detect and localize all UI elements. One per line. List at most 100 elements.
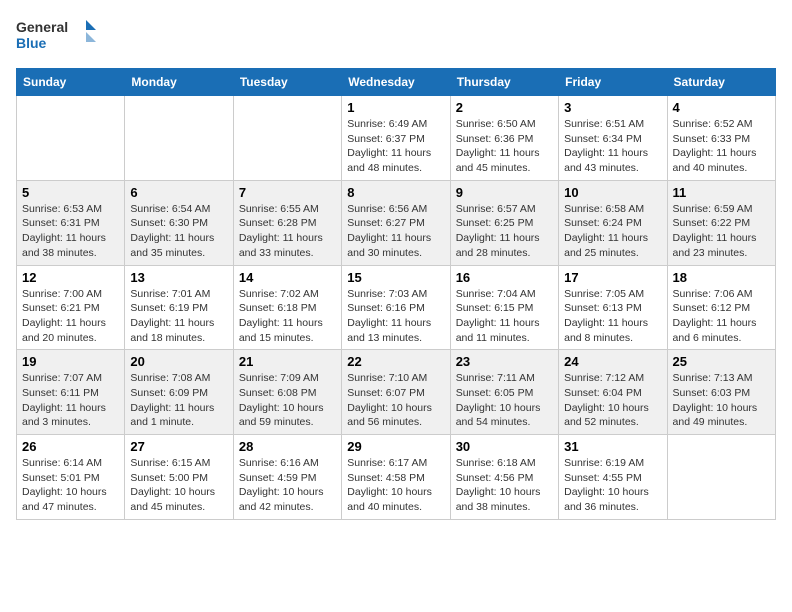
col-header-saturday: Saturday (667, 69, 775, 96)
calendar-cell: 8 Sunrise: 6:56 AM Sunset: 6:27 PM Daylig… (342, 180, 450, 265)
cell-content: Sunrise: 6:54 AM Sunset: 6:30 PM Dayligh… (130, 202, 227, 261)
cell-content: Sunrise: 7:02 AM Sunset: 6:18 PM Dayligh… (239, 287, 336, 346)
col-header-tuesday: Tuesday (233, 69, 341, 96)
day-number: 22 (347, 354, 444, 369)
col-header-wednesday: Wednesday (342, 69, 450, 96)
cell-content: Sunrise: 6:14 AM Sunset: 5:01 PM Dayligh… (22, 456, 119, 515)
cell-content: Sunrise: 6:59 AM Sunset: 6:22 PM Dayligh… (673, 202, 770, 261)
cell-content: Sunrise: 7:11 AM Sunset: 6:05 PM Dayligh… (456, 371, 553, 430)
calendar-table: SundayMondayTuesdayWednesdayThursdayFrid… (16, 68, 776, 520)
header-row: SundayMondayTuesdayWednesdayThursdayFrid… (17, 69, 776, 96)
calendar-cell: 17Sunrise: 7:05 AM Sunset: 6:13 PM Dayli… (559, 265, 667, 350)
day-number: 25 (673, 354, 770, 369)
calendar-cell: 31 Sunrise: 6:19 AM Sunset: 4:55 PM Dayli… (559, 435, 667, 520)
day-number: 28 (239, 439, 336, 454)
cell-content: Sunrise: 6:51 AM Sunset: 6:34 PM Dayligh… (564, 117, 661, 176)
cell-content: Sunrise: 7:06 AM Sunset: 6:12 PM Dayligh… (673, 287, 770, 346)
calendar-cell: 20 Sunrise: 7:08 AM Sunset: 6:09 PM Dayli… (125, 350, 233, 435)
day-number: 21 (239, 354, 336, 369)
calendar-cell: 9 Sunrise: 6:57 AM Sunset: 6:25 PM Daylig… (450, 180, 558, 265)
col-header-sunday: Sunday (17, 69, 125, 96)
day-number: 16 (456, 270, 553, 285)
calendar-cell: 13 Sunrise: 7:01 AM Sunset: 6:19 PM Dayli… (125, 265, 233, 350)
calendar-cell (667, 435, 775, 520)
calendar-cell: 22Sunrise: 7:10 AM Sunset: 6:07 PM Dayli… (342, 350, 450, 435)
calendar-cell: 3 Sunrise: 6:51 AM Sunset: 6:34 PM Daylig… (559, 96, 667, 181)
calendar-cell: 27Sunrise: 6:15 AM Sunset: 5:00 PM Dayli… (125, 435, 233, 520)
day-number: 3 (564, 100, 661, 115)
cell-content: Sunrise: 6:50 AM Sunset: 6:36 PM Dayligh… (456, 117, 553, 176)
day-number: 5 (22, 185, 119, 200)
day-number: 19 (22, 354, 119, 369)
cell-content: Sunrise: 6:19 AM Sunset: 4:55 PM Dayligh… (564, 456, 661, 515)
calendar-cell: 19 Sunrise: 7:07 AM Sunset: 6:11 PM Dayli… (17, 350, 125, 435)
cell-content: Sunrise: 6:58 AM Sunset: 6:24 PM Dayligh… (564, 202, 661, 261)
calendar-cell: 25 Sunrise: 7:13 AM Sunset: 6:03 PM Dayli… (667, 350, 775, 435)
calendar-cell: 6 Sunrise: 6:54 AM Sunset: 6:30 PM Daylig… (125, 180, 233, 265)
day-number: 9 (456, 185, 553, 200)
calendar-week-2: 5 Sunrise: 6:53 AM Sunset: 6:31 PM Daylig… (17, 180, 776, 265)
calendar-cell: 28Sunrise: 6:16 AM Sunset: 4:59 PM Dayli… (233, 435, 341, 520)
calendar-cell: 30Sunrise: 6:18 AM Sunset: 4:56 PM Dayli… (450, 435, 558, 520)
calendar-week-4: 19 Sunrise: 7:07 AM Sunset: 6:11 PM Dayli… (17, 350, 776, 435)
calendar-cell: 23 Sunrise: 7:11 AM Sunset: 6:05 PM Dayli… (450, 350, 558, 435)
day-number: 30 (456, 439, 553, 454)
cell-content: Sunrise: 6:56 AM Sunset: 6:27 PM Dayligh… (347, 202, 444, 261)
cell-content: Sunrise: 6:52 AM Sunset: 6:33 PM Dayligh… (673, 117, 770, 176)
day-number: 7 (239, 185, 336, 200)
day-number: 12 (22, 270, 119, 285)
logo-svg: General Blue (16, 16, 96, 56)
cell-content: Sunrise: 7:00 AM Sunset: 6:21 PM Dayligh… (22, 287, 119, 346)
cell-content: Sunrise: 7:12 AM Sunset: 6:04 PM Dayligh… (564, 371, 661, 430)
calendar-cell (125, 96, 233, 181)
calendar-cell: 16Sunrise: 7:04 AM Sunset: 6:15 PM Dayli… (450, 265, 558, 350)
cell-content: Sunrise: 6:17 AM Sunset: 4:58 PM Dayligh… (347, 456, 444, 515)
cell-content: Sunrise: 7:01 AM Sunset: 6:19 PM Dayligh… (130, 287, 227, 346)
cell-content: Sunrise: 7:13 AM Sunset: 6:03 PM Dayligh… (673, 371, 770, 430)
cell-content: Sunrise: 6:49 AM Sunset: 6:37 PM Dayligh… (347, 117, 444, 176)
svg-text:General: General (16, 19, 68, 35)
calendar-cell: 7 Sunrise: 6:55 AM Sunset: 6:28 PM Daylig… (233, 180, 341, 265)
calendar-cell: 14 Sunrise: 7:02 AM Sunset: 6:18 PM Dayli… (233, 265, 341, 350)
cell-content: Sunrise: 6:55 AM Sunset: 6:28 PM Dayligh… (239, 202, 336, 261)
calendar-cell: 1Sunrise: 6:49 AM Sunset: 6:37 PM Daylig… (342, 96, 450, 181)
calendar-week-1: 1Sunrise: 6:49 AM Sunset: 6:37 PM Daylig… (17, 96, 776, 181)
day-number: 4 (673, 100, 770, 115)
calendar-cell: 5 Sunrise: 6:53 AM Sunset: 6:31 PM Daylig… (17, 180, 125, 265)
calendar-cell: 2 Sunrise: 6:50 AM Sunset: 6:36 PM Daylig… (450, 96, 558, 181)
day-number: 2 (456, 100, 553, 115)
day-number: 13 (130, 270, 227, 285)
day-number: 6 (130, 185, 227, 200)
col-header-monday: Monday (125, 69, 233, 96)
calendar-cell: 11 Sunrise: 6:59 AM Sunset: 6:22 PM Dayli… (667, 180, 775, 265)
calendar-cell: 29 Sunrise: 6:17 AM Sunset: 4:58 PM Dayli… (342, 435, 450, 520)
calendar-cell: 10 Sunrise: 6:58 AM Sunset: 6:24 PM Dayli… (559, 180, 667, 265)
day-number: 27 (130, 439, 227, 454)
cell-content: Sunrise: 7:05 AM Sunset: 6:13 PM Dayligh… (564, 287, 661, 346)
logo: General Blue (16, 16, 96, 56)
day-number: 24 (564, 354, 661, 369)
cell-content: Sunrise: 7:03 AM Sunset: 6:16 PM Dayligh… (347, 287, 444, 346)
col-header-thursday: Thursday (450, 69, 558, 96)
calendar-cell: 12 Sunrise: 7:00 AM Sunset: 6:21 PM Dayli… (17, 265, 125, 350)
day-number: 23 (456, 354, 553, 369)
calendar-cell: 4 Sunrise: 6:52 AM Sunset: 6:33 PM Daylig… (667, 96, 775, 181)
cell-content: Sunrise: 6:53 AM Sunset: 6:31 PM Dayligh… (22, 202, 119, 261)
calendar-week-3: 12 Sunrise: 7:00 AM Sunset: 6:21 PM Dayli… (17, 265, 776, 350)
day-number: 29 (347, 439, 444, 454)
calendar-cell: 21 Sunrise: 7:09 AM Sunset: 6:08 PM Dayli… (233, 350, 341, 435)
cell-content: Sunrise: 7:07 AM Sunset: 6:11 PM Dayligh… (22, 371, 119, 430)
calendar-week-5: 26 Sunrise: 6:14 AM Sunset: 5:01 PM Dayli… (17, 435, 776, 520)
day-number: 8 (347, 185, 444, 200)
day-number: 20 (130, 354, 227, 369)
day-number: 11 (673, 185, 770, 200)
cell-content: Sunrise: 6:57 AM Sunset: 6:25 PM Dayligh… (456, 202, 553, 261)
day-number: 14 (239, 270, 336, 285)
cell-content: Sunrise: 7:09 AM Sunset: 6:08 PM Dayligh… (239, 371, 336, 430)
calendar-cell: 26 Sunrise: 6:14 AM Sunset: 5:01 PM Dayli… (17, 435, 125, 520)
day-number: 31 (564, 439, 661, 454)
day-number: 10 (564, 185, 661, 200)
cell-content: Sunrise: 7:08 AM Sunset: 6:09 PM Dayligh… (130, 371, 227, 430)
day-number: 26 (22, 439, 119, 454)
calendar-cell: 18Sunrise: 7:06 AM Sunset: 6:12 PM Dayli… (667, 265, 775, 350)
